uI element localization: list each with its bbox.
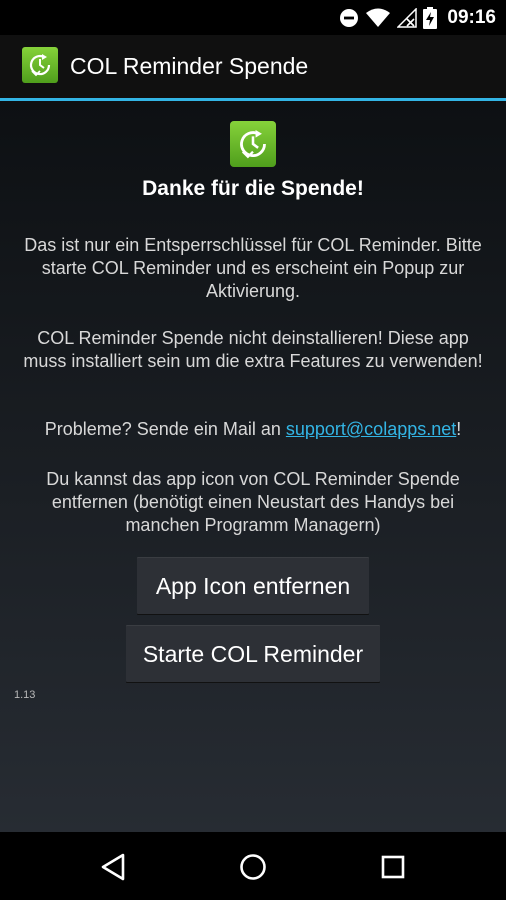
start-col-reminder-button[interactable]: Starte COL Reminder — [126, 626, 380, 682]
thank-you-heading: Danke für die Spende! — [142, 177, 364, 200]
action-bar: COL Reminder Spende — [0, 35, 506, 98]
recent-apps-icon[interactable] — [376, 850, 410, 884]
home-icon[interactable] — [236, 850, 270, 884]
unlock-key-info: Das ist nur ein Entsperrschlüssel für CO… — [24, 235, 482, 301]
remove-app-icon-button[interactable]: App Icon entfernen — [137, 558, 369, 614]
version-label: 1.13 — [14, 689, 36, 701]
support-suffix: ! — [456, 419, 462, 439]
support-email-link[interactable]: support@colapps.net — [286, 419, 456, 439]
status-time: 09:16 — [447, 6, 496, 28]
do-not-uninstall-warning: COL Reminder Spende nicht deinstallieren… — [23, 328, 483, 371]
status-bar: 09:16 — [0, 0, 506, 35]
main-content: Danke für die Spende! Das ist nur ein En… — [0, 101, 506, 832]
back-icon[interactable] — [96, 850, 130, 884]
remove-icon-info: Du kannst das app icon von COL Reminder … — [46, 469, 460, 535]
col-reminder-logo-icon — [22, 46, 58, 87]
battery-charging-icon — [423, 6, 438, 29]
navigation-bar — [0, 832, 506, 900]
support-prefix: Probleme? Sende ein Mail an — [44, 419, 286, 439]
no-signal-icon — [397, 7, 418, 28]
wifi-icon — [365, 8, 391, 28]
do-not-disturb-icon — [339, 8, 359, 28]
app-title: COL Reminder Spende — [70, 53, 309, 79]
col-reminder-hero-icon — [230, 121, 276, 171]
support-info: Probleme? Sende ein Mail an support@cola… — [16, 418, 490, 441]
